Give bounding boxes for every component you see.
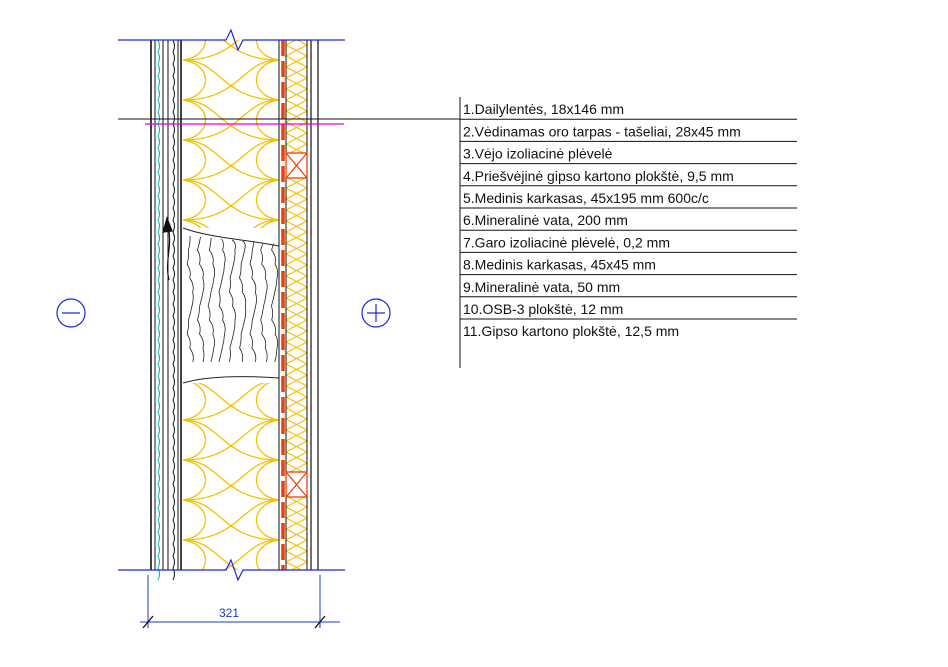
insulation-cross — [286, 275, 307, 288]
mineral-wool-50 — [286, 40, 307, 606]
insulation-cross — [286, 264, 307, 277]
insulation-cross — [286, 517, 307, 530]
insulation-cross — [286, 132, 307, 145]
insulation-loop — [183, 139, 279, 181]
legend-item: 9.Mineralinė vata, 50 mm — [463, 279, 620, 295]
legend-item: 7.Garo izoliacinė plėvelė, 0,2 mm — [463, 234, 670, 250]
insulation-cross — [286, 352, 307, 365]
insulation-cross — [286, 363, 307, 376]
insulation-cross — [286, 319, 307, 332]
insulation-cross — [286, 220, 307, 233]
insulation-cross — [286, 418, 307, 431]
insulation-cross — [286, 77, 307, 90]
legend-table: 1.Dailylentės, 18x146 mm 2.Vėdinamas oro … — [459, 97, 797, 368]
insulation-cross — [286, 253, 307, 266]
insulation-cross — [286, 242, 307, 255]
wind-barrier-film — [157, 39, 160, 581]
insulation-cross — [286, 550, 307, 563]
insulation-cross — [286, 440, 307, 453]
legend-item: 4.Priešvėjinė gipso kartono plokštė, 9,5… — [463, 168, 734, 184]
dimension-label: 321 — [219, 606, 239, 620]
legend-item: 2.Vėdinamas oro tarpas - tašeliai, 28x45… — [463, 123, 741, 139]
insulation-cross — [286, 66, 307, 79]
insulation-cross — [286, 198, 307, 211]
insulation-cross — [286, 561, 307, 570]
insulation-loop — [183, 379, 279, 421]
timber-batten-upper — [285, 152, 308, 179]
dimension-line — [140, 575, 340, 629]
timber-batten-lower — [285, 471, 308, 498]
outside-minus-symbol — [56, 298, 86, 328]
insulation-loop — [183, 59, 279, 101]
insulation-cross — [286, 451, 307, 464]
insulation-cross — [286, 99, 307, 112]
insulation-loop — [183, 499, 279, 541]
insulation-cross — [286, 330, 307, 343]
legend-item: 8.Medinis karkasas, 45x45 mm — [463, 257, 656, 273]
insulation-cross — [286, 88, 307, 101]
insulation-loop — [183, 419, 279, 461]
insulation-cross — [286, 341, 307, 354]
timber-stud-grain — [182, 227, 280, 384]
insulation-cross — [286, 55, 307, 68]
legend-item: 5.Medinis karkasas, 45x195 mm 600c/c — [463, 190, 709, 206]
insulation-cross — [286, 44, 307, 57]
insulation-cross — [286, 385, 307, 398]
legend-item: 10.OSB-3 plokštė, 12 mm — [463, 301, 623, 317]
insulation-cross — [286, 297, 307, 310]
insulation-cross — [286, 396, 307, 409]
legend-item: 1.Dailylentės, 18x146 mm — [463, 101, 624, 117]
insulation-cross — [286, 573, 307, 584]
insulation-loop — [183, 99, 279, 141]
insulation-cross — [286, 595, 307, 606]
legend-item: 6.Mineralinė vata, 200 mm — [463, 212, 628, 228]
insulation-cross — [286, 506, 307, 519]
inside-plus-symbol — [361, 298, 391, 328]
insulation-cross — [286, 209, 307, 222]
insulation-cross — [286, 308, 307, 321]
insulation-cross — [286, 528, 307, 541]
ventilated-gap-film — [172, 39, 175, 581]
legend-item: 11.Gipso kartono plokštė, 12,5 mm — [463, 323, 679, 339]
legend-item: 3.Vėjo izoliacinė plėvelė — [463, 146, 613, 162]
insulation-cross — [286, 231, 307, 244]
insulation-cross — [286, 407, 307, 420]
insulation-cross — [286, 110, 307, 123]
insulation-cross — [286, 286, 307, 299]
insulation-loop — [183, 459, 279, 501]
insulation-cross — [286, 187, 307, 200]
insulation-cross — [286, 374, 307, 387]
insulation-cross — [286, 429, 307, 442]
wall-section-drawing: 321 1.Dailylentės, 18x146 mm 2.Vėdinamas … — [56, 28, 797, 629]
insulation-cross — [286, 584, 307, 595]
insulation-loop — [183, 179, 279, 221]
insulation-cross — [286, 539, 307, 552]
